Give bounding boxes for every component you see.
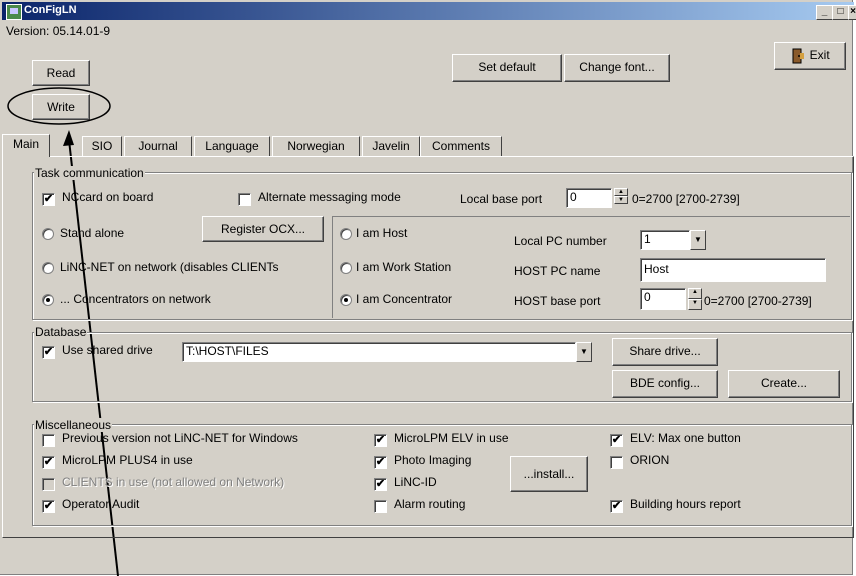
- host-base-port-hint: 0=2700 [2700-2739]: [704, 294, 812, 308]
- host-pc-name-input[interactable]: Host: [640, 258, 826, 282]
- role-panel-divider: [332, 216, 333, 318]
- microlpm-elv-checkbox[interactable]: ✔: [374, 434, 387, 447]
- chevron-down-icon[interactable]: ▼: [576, 342, 592, 362]
- spin-down-icon[interactable]: ▼: [688, 299, 702, 310]
- share-drive-button[interactable]: Share drive...: [612, 338, 718, 366]
- linc-net-label: LiNC-NET on network (disables CLIENTs: [60, 260, 279, 274]
- elv-max-one-button-checkbox[interactable]: ✔: [610, 434, 623, 447]
- chevron-down-icon[interactable]: ▼: [690, 230, 706, 250]
- local-base-port-label: Local base port: [460, 192, 543, 206]
- i-am-concentrator-radio[interactable]: [340, 294, 352, 306]
- stand-alone-label: Stand alone: [60, 226, 125, 240]
- host-base-port-input[interactable]: 0: [640, 288, 686, 310]
- concentrators-radio[interactable]: [42, 294, 54, 306]
- tab-norwegian[interactable]: Norwegian: [272, 136, 360, 156]
- clients-in-use-label: CLIENTS in use (not allowed on Network): [62, 475, 285, 489]
- host-pc-name-label: HOST PC name: [514, 264, 601, 278]
- local-base-port-hint: 0=2700 [2700-2739]: [632, 192, 740, 206]
- photo-imaging-checkbox[interactable]: ✔: [374, 456, 387, 469]
- operator-audit-checkbox[interactable]: ✔: [42, 500, 55, 513]
- local-pc-number-select[interactable]: 1: [640, 230, 690, 250]
- building-hours-report-checkbox[interactable]: ✔: [610, 500, 623, 513]
- building-hours-report-label: Building hours report: [630, 497, 741, 511]
- operator-audit-label: Operator Audit: [62, 497, 140, 511]
- tab-javelin[interactable]: Javelin: [362, 136, 420, 156]
- nccard-checkbox[interactable]: ✔: [42, 193, 55, 206]
- tab-comments[interactable]: Comments: [420, 136, 502, 156]
- local-base-port-spinner[interactable]: ▲ ▼: [614, 188, 628, 208]
- stand-alone-radio[interactable]: [42, 228, 54, 240]
- use-shared-drive-checkbox[interactable]: ✔: [42, 346, 55, 359]
- spin-down-icon[interactable]: ▼: [614, 196, 628, 204]
- spin-up-icon[interactable]: ▲: [614, 188, 628, 196]
- elv-max-one-button-label: ELV: Max one button: [630, 431, 741, 445]
- concentrators-label: ... Concentrators on network: [60, 292, 211, 306]
- previous-version-label: Previous version not LiNC-NET for Window…: [62, 431, 298, 445]
- microlpm-plus4-checkbox[interactable]: ✔: [42, 456, 55, 469]
- i-am-workstation-label: I am Work Station: [356, 260, 452, 274]
- i-am-host-label: I am Host: [356, 226, 408, 240]
- i-am-host-radio[interactable]: [340, 228, 352, 240]
- clients-in-use-checkbox: [42, 478, 55, 491]
- i-am-workstation-radio[interactable]: [340, 262, 352, 274]
- previous-version-checkbox[interactable]: [42, 434, 55, 447]
- tab-sio[interactable]: SIO: [82, 136, 122, 156]
- task-communication-title: Task communication: [34, 166, 145, 180]
- bde-config-button[interactable]: BDE config...: [612, 370, 718, 398]
- register-ocx-button[interactable]: Register OCX...: [202, 216, 324, 242]
- host-base-port-label: HOST base port: [514, 294, 601, 308]
- create-button[interactable]: Create...: [728, 370, 840, 398]
- i-am-concentrator-label: I am Concentrator: [356, 292, 453, 306]
- miscellaneous-title: Miscellaneous: [34, 418, 113, 432]
- microlpm-elv-label: MicroLPM ELV in use: [394, 431, 509, 445]
- alarm-routing-checkbox[interactable]: [374, 500, 387, 513]
- config-window: ConFigLN _ □ × Version: 05.14.01-9 Read …: [0, 0, 856, 576]
- tab-language[interactable]: Language: [194, 136, 270, 156]
- install-button[interactable]: ...install...: [510, 456, 588, 492]
- microlpm-plus4-label: MicroLPM PLUS4 in use: [62, 453, 193, 467]
- linc-id-label: LiNC-ID: [394, 475, 437, 489]
- alarm-routing-label: Alarm routing: [394, 497, 466, 511]
- linc-net-radio[interactable]: [42, 262, 54, 274]
- linc-id-checkbox[interactable]: ✔: [374, 478, 387, 491]
- alternate-messaging-label: Alternate messaging mode: [258, 190, 401, 204]
- tab-main[interactable]: Main: [2, 134, 50, 157]
- orion-label: ORION: [630, 453, 670, 467]
- database-title: Database: [34, 325, 88, 339]
- highlight-oval: [7, 87, 111, 125]
- use-shared-drive-label: Use shared drive: [62, 343, 153, 357]
- local-pc-number-label: Local PC number: [514, 234, 607, 248]
- alternate-messaging-checkbox[interactable]: [238, 193, 251, 206]
- host-base-port-spinner[interactable]: ▲ ▼: [688, 288, 702, 310]
- shared-drive-path-input[interactable]: T:\HOST\FILES: [182, 342, 576, 362]
- orion-checkbox[interactable]: [610, 456, 623, 469]
- local-base-port-input[interactable]: 0: [566, 188, 612, 208]
- spin-up-icon[interactable]: ▲: [688, 288, 702, 299]
- role-panel-border: [332, 216, 850, 217]
- tab-journal[interactable]: Journal: [124, 136, 192, 156]
- photo-imaging-label: Photo Imaging: [394, 453, 472, 467]
- annotation-arrow-head: [63, 130, 74, 146]
- nccard-label: NCcard on board: [62, 190, 154, 204]
